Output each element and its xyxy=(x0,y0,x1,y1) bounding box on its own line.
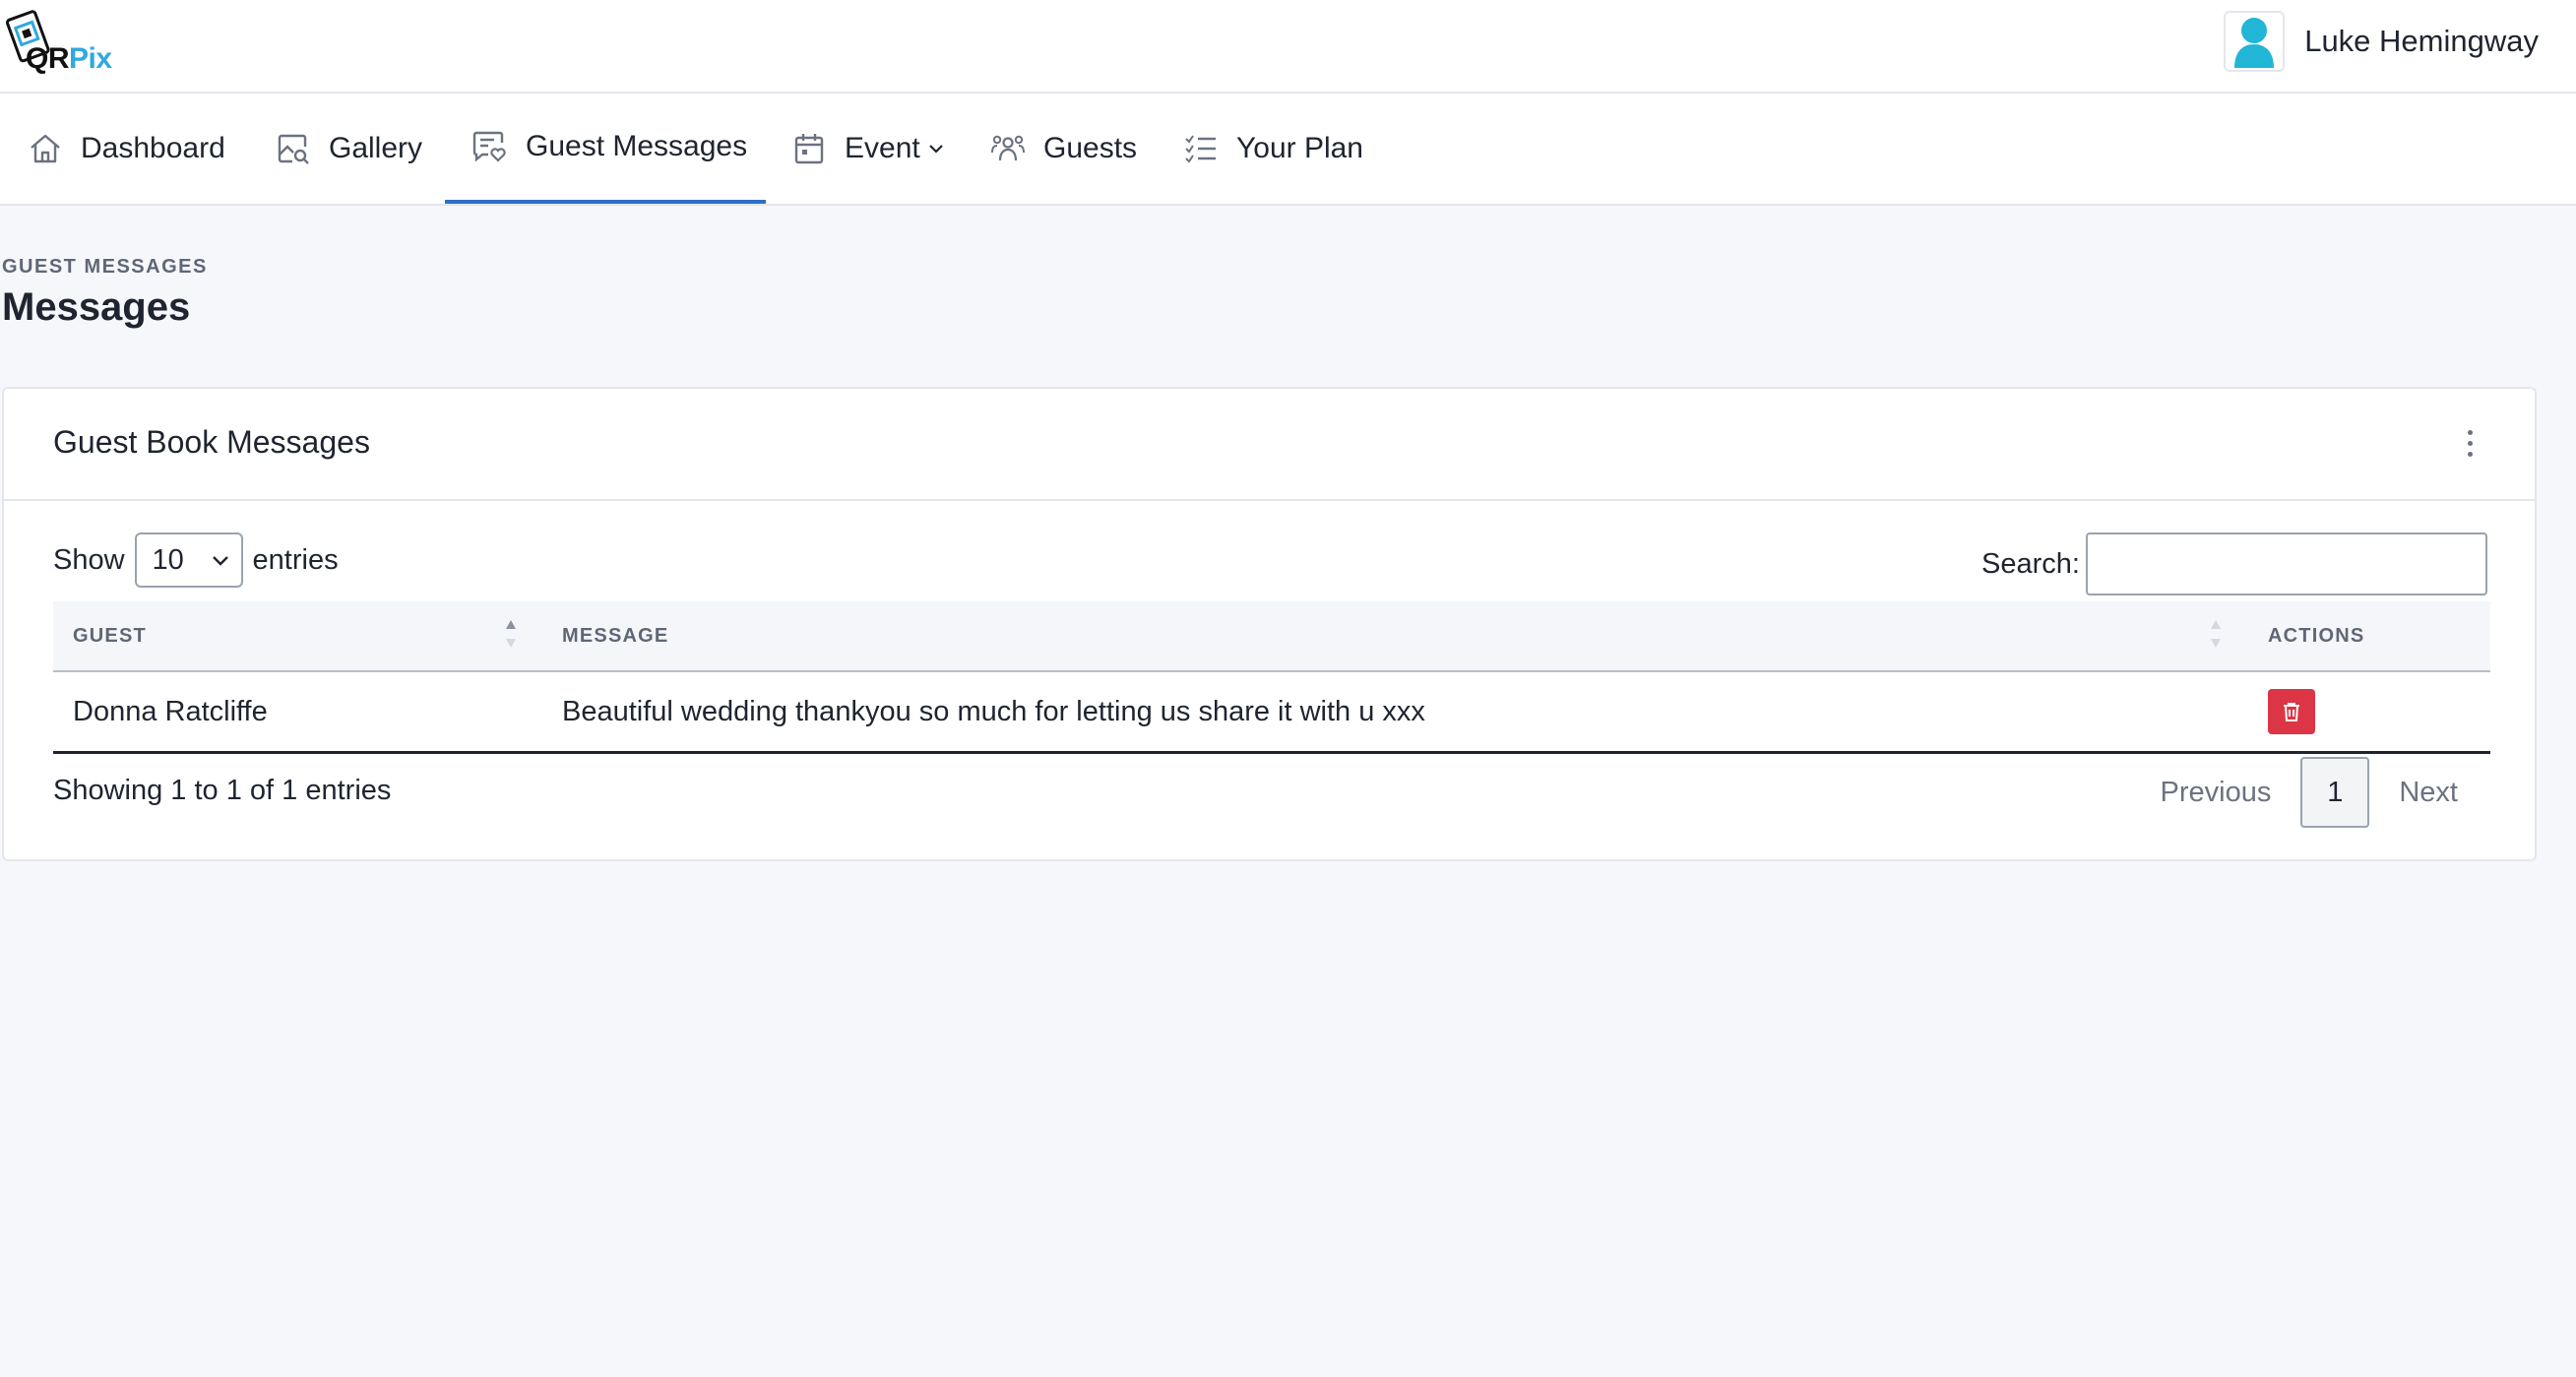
card-header: Guest Book Messages xyxy=(4,389,2535,501)
page-title: Messages xyxy=(2,285,191,329)
actions-cell xyxy=(2268,672,2315,751)
avatar xyxy=(2224,11,2286,72)
more-options-icon[interactable] xyxy=(2460,430,2480,464)
page-size-select[interactable]: 10 xyxy=(134,532,243,588)
search-control: Search: xyxy=(1981,532,2487,595)
chevron-down-icon xyxy=(212,556,228,566)
table-row: Donna Ratcliffe Beautiful wedding thanky… xyxy=(53,672,2490,754)
nav-label: Your Plan xyxy=(1236,132,1363,164)
user-menu[interactable]: Luke Hemingway xyxy=(2224,10,2539,73)
column-header-message[interactable]: MESSAGE xyxy=(562,601,668,670)
sort-icon[interactable] xyxy=(2209,617,2223,651)
messages-table: GUEST MESSAGE ACTIONS Donna Ratcliffe Be… xyxy=(53,601,2490,754)
sort-ascending-icon[interactable] xyxy=(504,617,518,651)
search-label: Search: xyxy=(1981,547,2080,580)
checklist-icon xyxy=(1185,135,1216,163)
main-nav: Dashboard Gallery Guest Messages Event G… xyxy=(0,94,2576,206)
page-size-value: 10 xyxy=(152,543,184,576)
page-1-button[interactable]: 1 xyxy=(2300,757,2370,828)
page-size-control: Show 10 entries xyxy=(53,532,339,588)
message-heart-icon xyxy=(472,131,506,162)
entries-label: entries xyxy=(252,543,339,576)
nav-label: Guest Messages xyxy=(526,130,748,162)
previous-page-button[interactable]: Previous xyxy=(2131,777,2301,809)
nav-item-gallery[interactable]: Gallery xyxy=(276,94,422,204)
table-header: GUEST MESSAGE ACTIONS xyxy=(53,601,2490,672)
table-info: Showing 1 to 1 of 1 entries xyxy=(53,775,392,806)
nav-label: Event xyxy=(845,132,920,164)
user-avatar-icon xyxy=(2234,18,2275,68)
nav-item-event[interactable]: Event xyxy=(791,94,962,204)
nav-item-your-plan[interactable]: Your Plan xyxy=(1183,94,1363,204)
column-header-actions: ACTIONS xyxy=(2268,624,2365,647)
home-icon xyxy=(31,134,60,163)
trash-icon xyxy=(2284,703,2299,721)
calendar-icon xyxy=(794,134,824,164)
nav-item-guest-messages[interactable]: Guest Messages xyxy=(445,94,766,204)
nav-label: Guests xyxy=(1043,132,1138,164)
logo-text: QRPix xyxy=(26,42,112,75)
top-bar: QRPix Luke Hemingway xyxy=(0,0,2576,94)
nav-item-dashboard[interactable]: Dashboard xyxy=(28,94,225,204)
guest-cell: Donna Ratcliffe xyxy=(73,695,268,727)
search-input[interactable] xyxy=(2086,532,2487,595)
image-search-icon xyxy=(278,134,309,164)
user-name: Luke Hemingway xyxy=(2304,24,2539,58)
nav-label: Gallery xyxy=(329,132,423,164)
pagination: Previous 1 Next xyxy=(2131,757,2487,828)
guest-book-card: Guest Book Messages Show 10 entries Sear… xyxy=(2,387,2537,861)
message-cell: Beautiful wedding thankyou so much for l… xyxy=(562,695,1425,727)
show-label: Show xyxy=(53,543,125,576)
nav-item-guests[interactable]: Guests xyxy=(990,94,1137,204)
users-icon xyxy=(991,135,1025,161)
qrpix-logo[interactable]: QRPix xyxy=(0,5,112,76)
card-title: Guest Book Messages xyxy=(53,424,370,460)
delete-message-button[interactable] xyxy=(2268,689,2315,734)
next-page-button[interactable]: Next xyxy=(2369,777,2487,809)
column-header-guest[interactable]: GUEST xyxy=(73,601,147,670)
breadcrumb: GUEST MESSAGES xyxy=(2,256,208,278)
nav-label: Dashboard xyxy=(81,132,225,164)
chevron-down-icon xyxy=(928,145,943,154)
